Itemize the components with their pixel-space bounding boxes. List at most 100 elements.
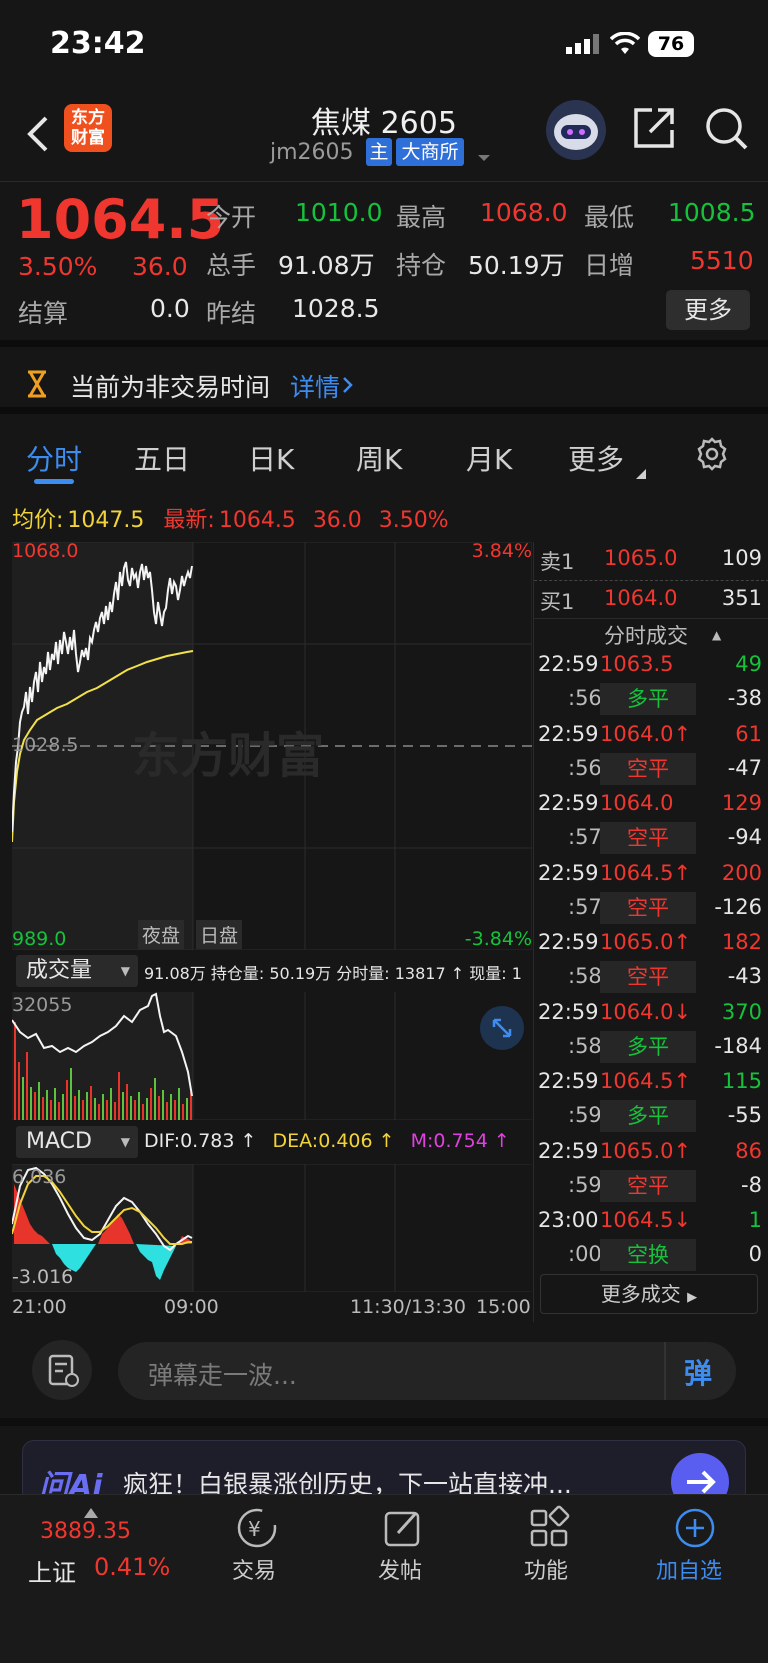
settings-gear-icon[interactable]	[694, 436, 730, 472]
trade-second: :59	[568, 1103, 602, 1127]
tab-five-day[interactable]: 五日	[134, 438, 190, 478]
period-tabs: 分时 五日 日K 周K 月K 更多	[0, 420, 768, 488]
open-interest-label: 持仓	[396, 251, 447, 280]
y-mid-label: 1028.5	[12, 734, 79, 756]
status-bar: 23:42 76	[0, 0, 768, 92]
tab-weekly-k[interactable]: 周K	[356, 438, 402, 478]
tab-underline	[34, 479, 74, 484]
tab-daily-k[interactable]: 日K	[248, 438, 294, 478]
trade-price: 1065.0↑	[600, 1138, 692, 1163]
danmaku-button[interactable]: 弹	[684, 1352, 712, 1392]
macd-max-label: 6.036	[12, 1166, 67, 1188]
grid-apps-icon[interactable]	[526, 1505, 572, 1551]
more-button[interactable]: 更多	[666, 290, 750, 330]
price-chart[interactable]: 东方财富 1068.0 1028.5 989.0 3.84% -3.84% 夜盘…	[11, 540, 533, 951]
caret-down-icon[interactable]	[476, 148, 492, 161]
nav-add-watchlist[interactable]: 加自选	[656, 1553, 722, 1585]
y-min-label: 989.0	[12, 928, 67, 950]
hourglass-icon	[26, 370, 48, 398]
expand-icon[interactable]	[480, 1006, 524, 1050]
notice-bar: 当前为非交易时间 详情	[0, 354, 768, 414]
prev-settle-label: 昨结	[206, 299, 257, 328]
trade-volume: 86	[735, 1138, 762, 1163]
comment-bar: 弹幕走一波... 弹	[0, 1322, 768, 1418]
trade-row: 22:59 1064.5↑ 115	[532, 1069, 768, 1102]
trade-time: 22:59	[538, 1069, 599, 1093]
trade-time: 22:59	[538, 1138, 599, 1163]
wifi-icon	[609, 31, 641, 56]
nav-function[interactable]: 功能	[524, 1553, 568, 1585]
robot-avatar-icon[interactable]	[546, 100, 606, 160]
trade-type: 空平	[600, 752, 696, 785]
trade-time: 22:59	[538, 999, 599, 1024]
notice-detail-link[interactable]: 详情	[290, 368, 340, 404]
trade-second: :59	[568, 1172, 602, 1197]
trade-detail-row: :56 空平 -47	[532, 752, 768, 789]
post-edit-icon[interactable]	[380, 1505, 426, 1551]
trade-type: 空平	[600, 822, 696, 854]
trade-time: 23:00	[538, 1208, 599, 1232]
tab-more[interactable]: 更多	[568, 438, 624, 478]
m-value: M:0.754 ↑	[410, 1130, 510, 1152]
note-icon[interactable]	[32, 1340, 92, 1400]
macd-chart[interactable]: 6.036 -3.016	[11, 1163, 532, 1293]
change-percent: 3.50%	[18, 252, 98, 281]
trade-volume: 370	[721, 999, 762, 1024]
x-label-open: 09:00	[164, 1296, 219, 1318]
y-max-label: 1068.0	[12, 540, 79, 562]
bid-price: 1064.0	[604, 586, 678, 610]
trade-type: 多平	[600, 1100, 696, 1132]
search-icon[interactable]	[704, 106, 748, 152]
prev-settle-value: 1028.5	[292, 294, 380, 323]
nav-trade[interactable]: 交易	[232, 1553, 276, 1585]
comment-input[interactable]: 弹幕走一波... 弹	[118, 1342, 736, 1400]
tab-intraday[interactable]: 分时	[26, 438, 82, 478]
trade-second: :56	[568, 686, 602, 710]
trade-second: :58	[568, 964, 602, 988]
tab-monthly-k[interactable]: 月K	[466, 438, 512, 478]
sort-up-icon[interactable]: ▲	[712, 628, 721, 642]
trade-volume: 200	[721, 860, 762, 885]
volume-chart[interactable]: 32055	[11, 992, 532, 1121]
trade-second: :57	[568, 825, 602, 849]
trade-type: 空换	[600, 1239, 696, 1271]
trade-price: 1064.0↓	[600, 999, 692, 1024]
settle-label: 结算	[18, 299, 69, 328]
trade-second: :58	[568, 1033, 602, 1058]
trade-row: 22:59 1064.0↑ 61	[532, 722, 768, 755]
volume-indicator-select[interactable]: 成交量 ▼	[16, 955, 138, 987]
index-name[interactable]: 上证	[28, 1553, 76, 1588]
trade-price: 1065.0↑	[600, 930, 692, 954]
trade-volume: 1	[748, 1208, 762, 1232]
macd-indicator-select[interactable]: MACD ▼	[16, 1126, 138, 1158]
day-session-label: 日盘	[196, 920, 243, 949]
chevron-right-icon[interactable]	[342, 376, 354, 394]
macd-chart-svg	[11, 1163, 532, 1293]
avg-label: 均价:	[12, 508, 64, 533]
index-value[interactable]: 3889.35	[40, 1519, 131, 1544]
nav-post[interactable]: 发帖	[378, 1553, 422, 1585]
trade-oi-change: -94	[727, 825, 762, 849]
index-percent[interactable]: 0.41%	[94, 1553, 170, 1581]
trade-volume: 129	[721, 791, 762, 815]
trades-title[interactable]: 分时成交	[604, 620, 688, 650]
more-trades-button[interactable]: 更多成交 ▶	[540, 1274, 758, 1314]
signal-icon	[566, 34, 600, 54]
book-separator	[534, 618, 768, 619]
high-label: 最高	[396, 203, 447, 232]
add-circle-icon[interactable]	[672, 1505, 718, 1551]
trade-oi-change: -55	[727, 1103, 762, 1127]
trade-detail-row: :58 多平 -184	[532, 1030, 768, 1067]
more-trades-label: 更多成交	[600, 1282, 681, 1306]
share-icon[interactable]	[632, 106, 676, 150]
trade-icon[interactable]: ¥	[234, 1505, 280, 1551]
exchange-tag: 大商所	[396, 138, 464, 166]
trade-price: 1064.5↓	[600, 1208, 692, 1232]
avg-value: 1047.5	[67, 508, 145, 533]
ask-label: 卖1	[540, 550, 575, 574]
section-gap	[0, 1418, 768, 1426]
pct-min-label: -3.84%	[464, 928, 532, 950]
triangle-icon	[636, 464, 646, 479]
comment-placeholder: 弹幕走一波...	[148, 1361, 297, 1390]
trade-row: 22:59 1064.5↑ 200	[532, 861, 768, 894]
